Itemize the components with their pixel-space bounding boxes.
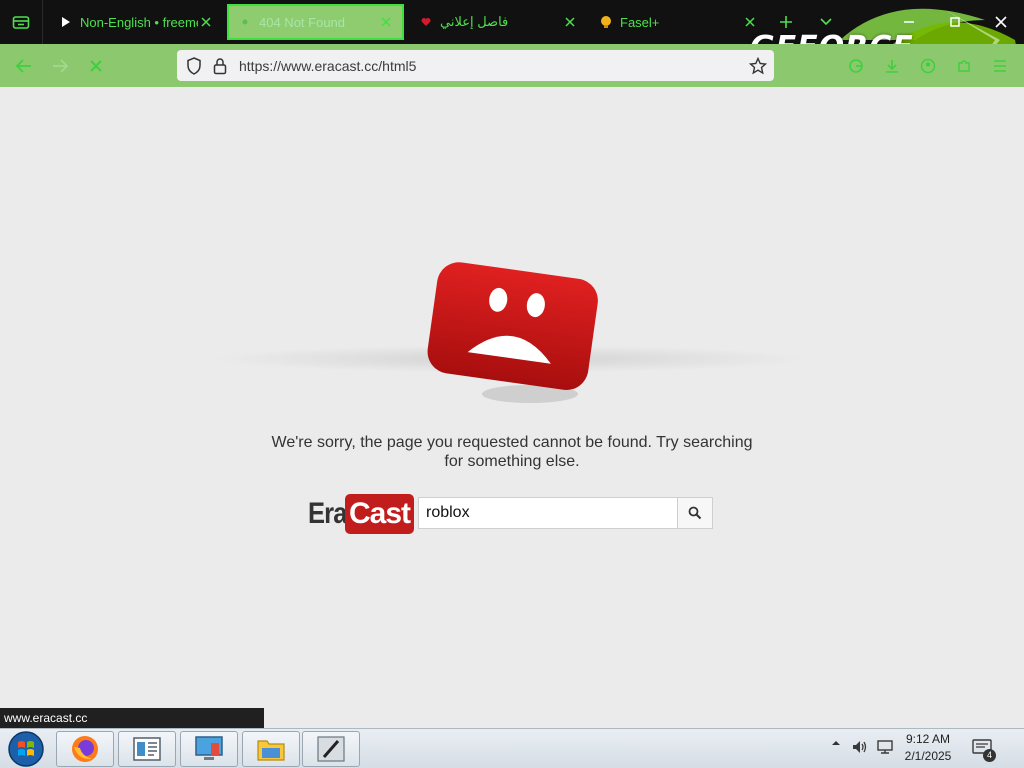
clock-date: 2/1/2025 — [904, 749, 952, 763]
maximize-button[interactable] — [932, 0, 978, 44]
restore-icon — [950, 17, 960, 27]
puzzle-icon — [958, 60, 970, 72]
taskbar-remote-desktop-button[interactable] — [180, 731, 238, 767]
play-icon — [58, 16, 74, 28]
download-icon — [886, 60, 898, 73]
navigation-toolbar: https://www.eracast.cc/html5 — [0, 44, 1024, 87]
back-button[interactable] — [8, 50, 40, 82]
network-button[interactable] — [875, 739, 895, 755]
bookmark-star-icon[interactable] — [749, 56, 767, 75]
tab-strip: Non-English • freemediaheckyeah 404 Not … — [0, 0, 1024, 88]
speaker-icon — [853, 741, 867, 753]
tab-title: فاصل إعلاني — [440, 14, 509, 29]
tab-overview-button[interactable] — [0, 0, 43, 44]
taskbar-file-explorer-button[interactable] — [242, 731, 300, 767]
close-icon — [90, 60, 102, 72]
status-bar-url: www.eracast.cc — [0, 708, 264, 728]
tab-title: 404 Not Found — [259, 14, 346, 30]
minimize-button[interactable] — [886, 0, 932, 44]
show-hidden-icons-button[interactable] — [830, 739, 842, 747]
search-icon — [688, 506, 702, 520]
account-button[interactable] — [912, 50, 944, 82]
minimize-icon — [904, 21, 914, 23]
shield-icon — [187, 56, 201, 75]
error-message: We're sorry, the page you requested cann… — [271, 434, 753, 470]
bulb-icon — [598, 15, 614, 29]
logo-era-text: Era — [308, 497, 347, 530]
remote-desktop-icon — [195, 736, 223, 760]
search-button[interactable] — [677, 497, 713, 529]
taskbar-drawing-app-button[interactable] — [302, 731, 360, 767]
file-explorer-icon — [257, 740, 285, 761]
chevron-up-icon — [832, 741, 840, 745]
close-window-button[interactable] — [978, 0, 1024, 44]
taskbar: 9:12 AM 2/1/2025 4 — [0, 728, 1024, 768]
address-bar[interactable]: https://www.eracast.cc/html5 — [177, 50, 774, 81]
extensions-button[interactable] — [948, 50, 980, 82]
page-content: We're sorry, the page you requested cann… — [0, 87, 1024, 728]
tab-freemediaheckyeah[interactable]: Non-English • freemediaheckyeah — [50, 4, 222, 40]
menu-button[interactable] — [984, 50, 1016, 82]
tab-404-not-found[interactable]: 404 Not Found — [227, 4, 404, 40]
search-input[interactable] — [418, 497, 678, 529]
tab-title: Non-English • freemediaheckyeah — [80, 14, 198, 30]
hamburger-menu-icon — [994, 60, 1006, 72]
heart-icon — [418, 17, 434, 27]
arrow-left-icon — [15, 59, 31, 73]
downloads-button[interactable] — [876, 50, 908, 82]
clock-time: 9:12 AM — [905, 732, 951, 746]
close-tab-icon[interactable] — [562, 14, 578, 30]
clock[interactable]: 9:12 AM 2/1/2025 — [896, 731, 960, 765]
extension-button-1[interactable] — [840, 50, 872, 82]
sad-video-error-icon — [427, 262, 598, 403]
windows-start-orb-icon — [8, 731, 44, 767]
firefox-icon — [72, 736, 98, 762]
loading-dot-icon — [237, 18, 253, 26]
start-button[interactable] — [4, 730, 48, 768]
tab-fasel-plus[interactable]: Fasel+ — [590, 4, 766, 40]
logo-cast-text: Cast — [345, 494, 415, 534]
forward-button[interactable] — [44, 50, 76, 82]
close-tab-icon[interactable] — [378, 14, 394, 30]
document-viewer-icon — [133, 737, 161, 761]
arrow-right-icon — [53, 59, 69, 73]
tab-title: Fasel+ — [620, 14, 660, 30]
volume-button[interactable] — [850, 739, 870, 755]
close-tab-icon[interactable] — [198, 14, 214, 30]
drawing-app-icon — [317, 736, 345, 762]
tab-fasel-iilani[interactable]: فاصل إعلاني — [410, 4, 586, 40]
stop-loading-button[interactable] — [80, 50, 112, 82]
close-icon — [995, 16, 1007, 28]
lock-icon — [213, 57, 227, 74]
network-icon — [877, 740, 893, 754]
account-icon — [920, 58, 936, 74]
notification-count-badge: 4 — [983, 749, 996, 762]
taskbar-firefox-button[interactable] — [56, 731, 114, 767]
taskbar-document-viewer-button[interactable] — [118, 731, 176, 767]
url-text: https://www.eracast.cc/html5 — [239, 57, 417, 74]
extension-g-icon — [849, 59, 863, 73]
eracast-logo[interactable]: Era Cast — [308, 494, 415, 534]
tab-overview-icon — [12, 16, 30, 29]
